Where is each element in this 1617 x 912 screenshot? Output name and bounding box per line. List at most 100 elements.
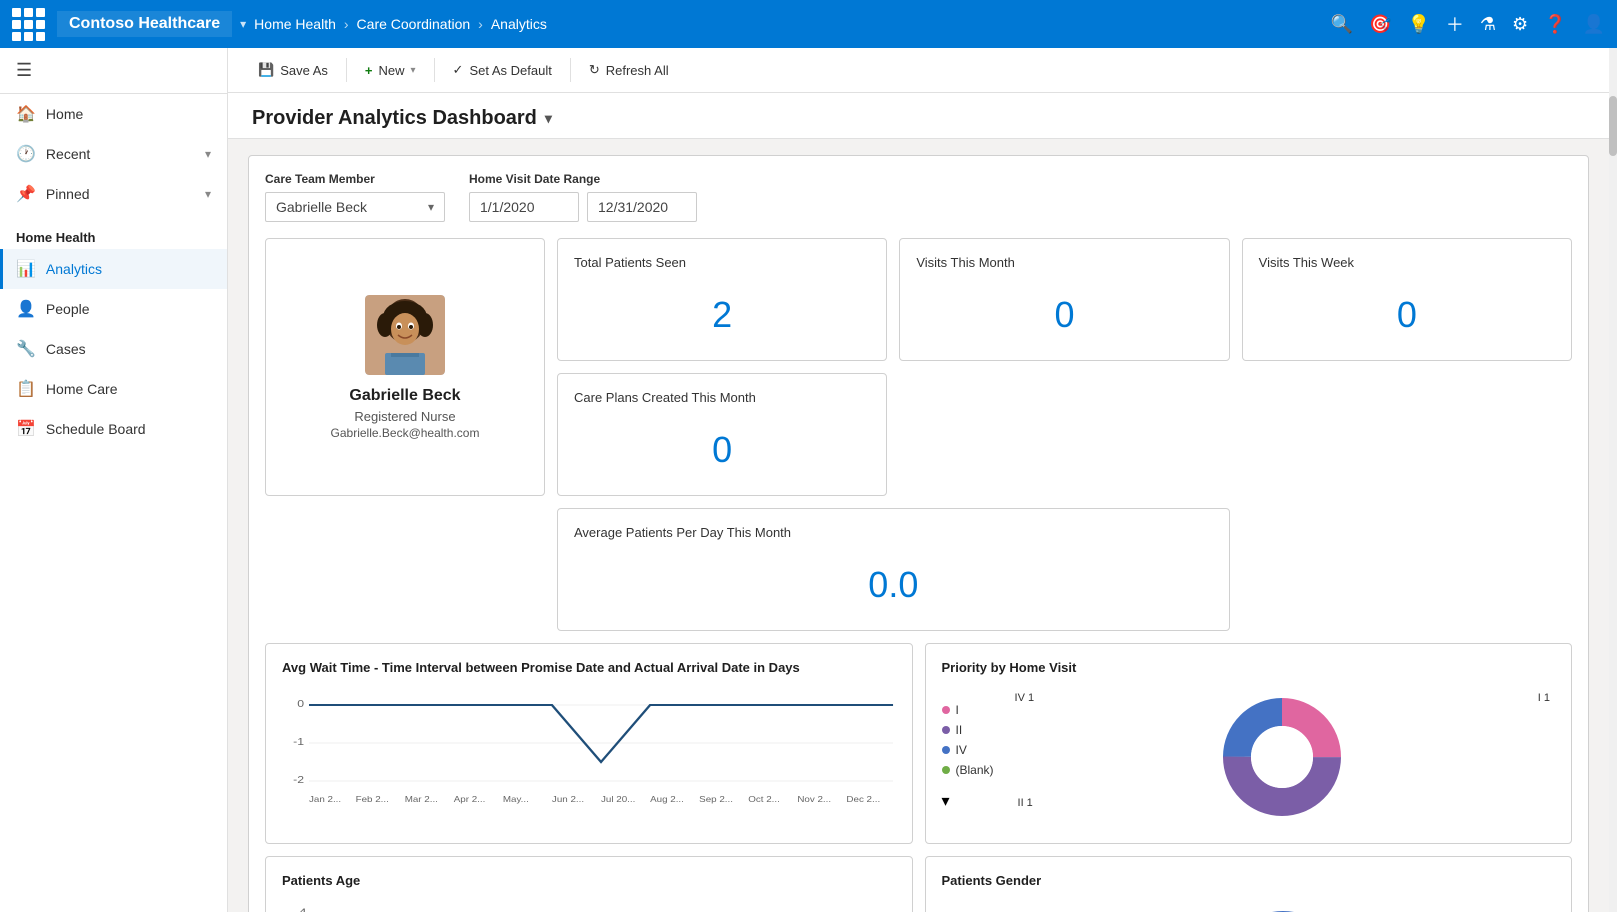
sidebar-item-home[interactable]: 🏠 Home xyxy=(0,94,227,134)
schedule-icon: 📅 xyxy=(16,419,36,439)
stats-grid: Gabrielle Beck Registered Nurse Gabriell… xyxy=(265,238,1572,631)
analytics-icon: 📊 xyxy=(16,259,36,279)
new-button[interactable]: + New ▾ xyxy=(355,57,426,84)
stat-value-0: 2 xyxy=(574,286,870,344)
gender-donut-area: Male Female xyxy=(942,900,1556,912)
legend-label-i: I xyxy=(956,703,959,717)
breadcrumb-analytics[interactable]: Analytics xyxy=(491,16,547,32)
sidebar-item-cases[interactable]: 🔧 Cases xyxy=(0,329,227,369)
stat-card-care-plans: Care Plans Created This Month 0 xyxy=(557,373,887,496)
stat-title-2: Visits This Week xyxy=(1259,255,1555,270)
app-logo: Contoso Healthcare xyxy=(57,11,232,37)
legend-dot-i xyxy=(942,706,950,714)
stat-card-visits-month: Visits This Month 0 xyxy=(899,238,1229,361)
profile-role: Registered Nurse xyxy=(354,409,455,424)
sidebar-item-analytics[interactable]: 📊 Analytics xyxy=(0,249,227,289)
date-to-input[interactable] xyxy=(587,192,697,222)
main-content: 💾 Save As + New ▾ ✓ Set As Default ↻ Ref… xyxy=(228,48,1609,912)
breadcrumb-care-coord[interactable]: Care Coordination xyxy=(357,16,471,32)
line-chart-area: 0 -1 -2 Jan 2... xyxy=(282,687,896,807)
breadcrumb: Home Health › Care Coordination › Analyt… xyxy=(254,16,547,32)
legend-item-i: I xyxy=(942,703,994,717)
donut-label-i1: I 1 xyxy=(1538,692,1550,704)
refresh-icon: ↻ xyxy=(589,62,600,78)
care-team-chevron: ▾ xyxy=(428,200,434,214)
hamburger-icon[interactable]: ☰ xyxy=(16,60,32,80)
scrollbar-thumb[interactable] xyxy=(1609,96,1617,156)
care-team-select[interactable]: Gabrielle Beck ▾ xyxy=(265,192,445,222)
gender-donut-wrapper: 100% xyxy=(1012,900,1555,912)
logo-chevron[interactable]: ▾ xyxy=(240,17,246,31)
page-title-chevron[interactable]: ▾ xyxy=(545,110,552,127)
date-from-input[interactable] xyxy=(469,192,579,222)
stat-title-1: Visits This Month xyxy=(916,255,1212,270)
svg-text:Aug 2...: Aug 2... xyxy=(650,795,684,804)
svg-text:Sep 2...: Sep 2... xyxy=(699,795,733,804)
sidebar-item-recent-label: Recent xyxy=(46,146,90,162)
app-grid-icon[interactable] xyxy=(12,8,45,41)
stat-value-2: 0 xyxy=(1259,286,1555,344)
stat-value-1: 0 xyxy=(916,286,1212,344)
line-chart-title: Avg Wait Time - Time Interval between Pr… xyxy=(282,660,896,675)
priority-chart-title: Priority by Home Visit xyxy=(942,660,1556,675)
donut-label-ii1: II 1 xyxy=(1018,797,1033,809)
sidebar-item-homecare-label: Home Care xyxy=(46,381,118,397)
new-chevron-icon: ▾ xyxy=(411,65,416,76)
legend-item-blank: (Blank) xyxy=(942,763,994,777)
svg-text:Jan 2...: Jan 2... xyxy=(309,795,341,804)
care-team-label: Care Team Member xyxy=(265,172,445,186)
date-range-inputs xyxy=(469,192,697,222)
target-icon[interactable]: 🎯 xyxy=(1369,14,1391,35)
filter-row: Care Team Member Gabrielle Beck ▾ Home V… xyxy=(265,172,1572,222)
stat-card-avg-patients: Average Patients Per Day This Month 0.0 xyxy=(557,508,1230,631)
legend-label-iv: IV xyxy=(956,743,967,757)
search-icon[interactable]: 🔍 xyxy=(1331,14,1353,35)
charts-row-1: Avg Wait Time - Time Interval between Pr… xyxy=(265,643,1572,844)
user-icon[interactable]: 👤 xyxy=(1583,14,1605,35)
save-icon: 💾 xyxy=(258,62,274,78)
sidebar-item-homecare[interactable]: 📋 Home Care xyxy=(0,369,227,409)
legend-item-iv: IV xyxy=(942,743,994,757)
save-as-button[interactable]: 💾 Save As xyxy=(248,56,338,84)
breadcrumb-sep2: › xyxy=(478,16,483,32)
sidebar-item-scheduleboard-label: Schedule Board xyxy=(46,421,146,437)
legend-label-ii: II xyxy=(956,723,963,737)
plus-icon[interactable]: ＋ xyxy=(1446,11,1464,37)
svg-text:Oct 2...: Oct 2... xyxy=(748,795,780,804)
recent-chevron-icon: ▾ xyxy=(205,147,211,161)
avatar-svg xyxy=(365,295,445,375)
sidebar: ☰ 🏠 Home 🕐 Recent ▾ 📌 Pinned ▾ Home Heal… xyxy=(0,48,228,912)
priority-legend: I II IV xyxy=(942,703,994,811)
page-title: Provider Analytics Dashboard ▾ xyxy=(252,107,1585,130)
svg-text:Dec 2...: Dec 2... xyxy=(846,795,880,804)
set-default-button[interactable]: ✓ Set As Default xyxy=(443,56,562,84)
age-bar-svg: 4 2 0 0 xyxy=(282,900,896,912)
top-nav-icons: 🔍 🎯 💡 ＋ ⚗ ⚙ ❓ 👤 xyxy=(1331,11,1605,37)
sidebar-item-pinned[interactable]: 📌 Pinned ▾ xyxy=(0,174,227,214)
priority-donut-area: I II IV xyxy=(942,687,1556,827)
homecare-icon: 📋 xyxy=(16,379,36,399)
priority-donut-svg xyxy=(1212,687,1352,827)
svg-text:-2: -2 xyxy=(293,775,304,786)
refresh-button[interactable]: ↻ Refresh All xyxy=(579,56,679,84)
profile-card: Gabrielle Beck Registered Nurse Gabriell… xyxy=(265,238,545,496)
filter-icon[interactable]: ⚗ xyxy=(1480,14,1496,35)
help-icon[interactable]: ❓ xyxy=(1544,14,1566,35)
gear-icon[interactable]: ⚙ xyxy=(1512,14,1528,35)
care-team-filter: Care Team Member Gabrielle Beck ▾ xyxy=(265,172,445,222)
stat-value-3: 0 xyxy=(574,421,870,479)
legend-item-ii: II xyxy=(942,723,994,737)
sidebar-item-scheduleboard[interactable]: 📅 Schedule Board xyxy=(0,409,227,449)
bulb-icon[interactable]: 💡 xyxy=(1407,14,1429,35)
sidebar-item-analytics-label: Analytics xyxy=(46,261,102,277)
charts-row-2: Patients Age 4 2 0 xyxy=(265,856,1572,912)
breadcrumb-home-health[interactable]: Home Health xyxy=(254,16,336,32)
sidebar-item-recent[interactable]: 🕐 Recent ▾ xyxy=(0,134,227,174)
age-bar-area: 4 2 0 0 xyxy=(282,900,896,912)
svg-text:Jun 2...: Jun 2... xyxy=(552,795,584,804)
priority-dropdown-icon[interactable]: ▾ xyxy=(942,791,994,811)
gender-chart-title: Patients Gender xyxy=(942,873,1556,888)
sidebar-item-people[interactable]: 👤 People xyxy=(0,289,227,329)
profile-name: Gabrielle Beck xyxy=(349,387,460,405)
date-range-label: Home Visit Date Range xyxy=(469,172,697,186)
